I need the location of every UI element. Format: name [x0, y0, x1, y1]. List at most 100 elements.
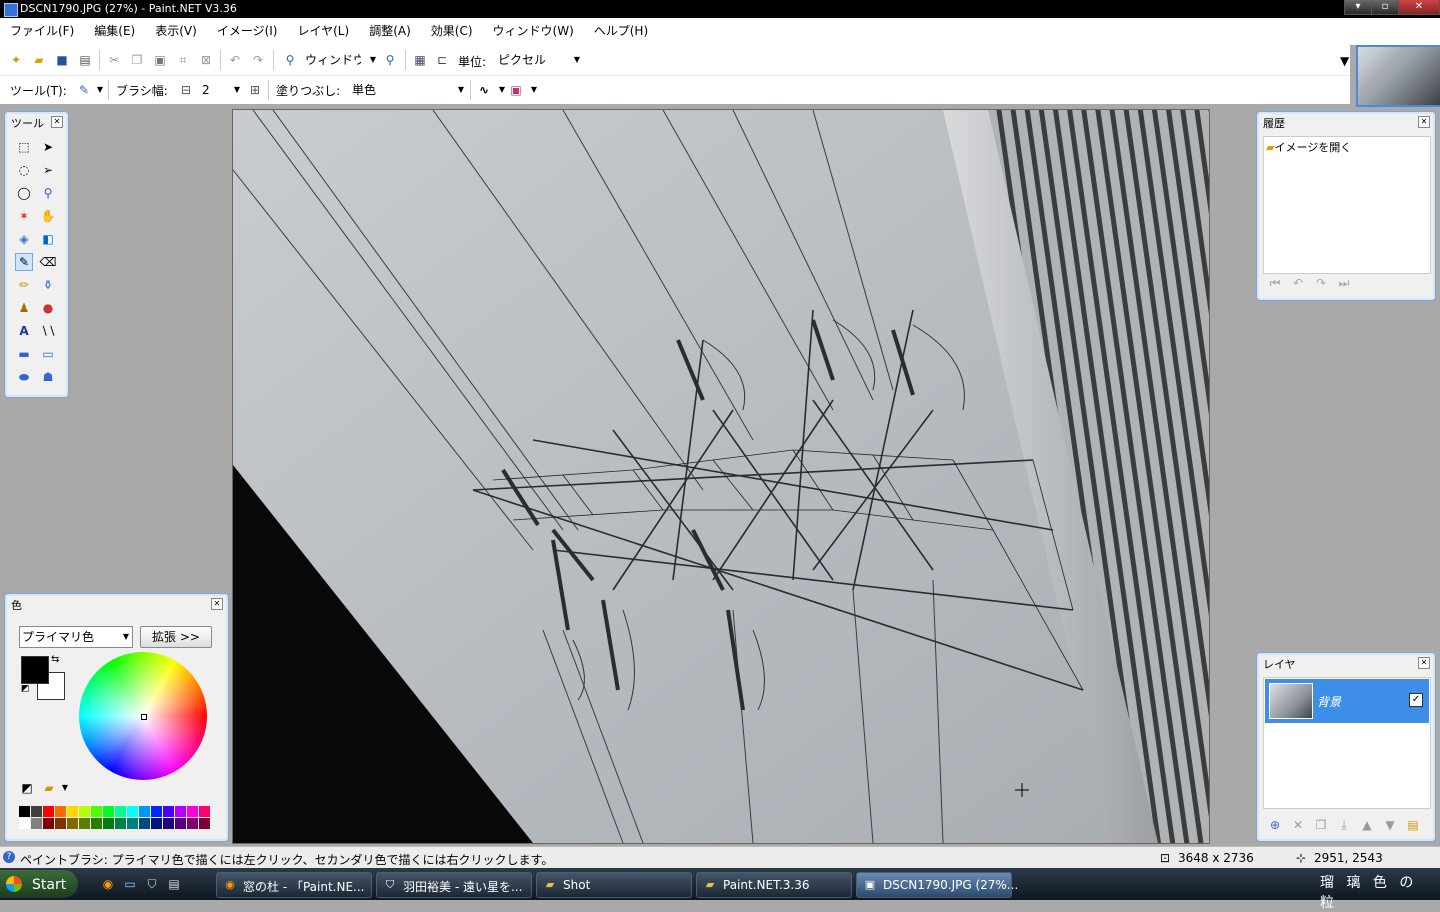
duplicate-layer-icon[interactable]: ❐	[1313, 817, 1329, 833]
palette-swatch[interactable]	[55, 818, 66, 829]
palette-swatch[interactable]	[187, 806, 198, 817]
minimize-button[interactable]: ▾	[1344, 0, 1372, 15]
palette-menu-icon[interactable]: ▰	[41, 780, 57, 796]
layer-row[interactable]: 背景 ✓	[1265, 679, 1429, 723]
undo-icon[interactable]: ↶	[1290, 275, 1306, 291]
rewind-icon[interactable]: ⏮	[1267, 275, 1283, 291]
start-button[interactable]: Start	[0, 870, 78, 898]
color-wheel-marker[interactable]	[141, 714, 147, 720]
expand-button[interactable]: 拡張 >>	[140, 626, 212, 648]
move-selected-icon[interactable]: ➢	[39, 161, 57, 179]
move-selection-icon[interactable]: ➤	[39, 138, 57, 156]
layer-properties-icon[interactable]: ▤	[1405, 817, 1421, 833]
menu-image[interactable]: イメージ(I)	[207, 18, 288, 45]
palette-swatch[interactable]	[163, 818, 174, 829]
move-layer-up-icon[interactable]: ▲	[1359, 817, 1375, 833]
chevron-down-icon[interactable]: ▼	[92, 82, 108, 98]
brush-width-combo[interactable]: 2 ▼	[198, 79, 244, 101]
paint-bucket-icon[interactable]: ◈	[15, 230, 33, 248]
palette-swatch[interactable]	[55, 806, 66, 817]
task-button[interactable]: ▰ Shot	[536, 872, 692, 898]
chevron-down-icon[interactable]: ▼	[526, 82, 542, 98]
ellipse-tool-icon[interactable]: ⬬	[15, 368, 33, 386]
document-icon[interactable]: ▤	[166, 876, 182, 892]
close-icon[interactable]: ✕	[211, 598, 223, 610]
recolor-tool-icon[interactable]: ●	[39, 299, 57, 317]
merge-layer-icon[interactable]: ⤓	[1336, 817, 1352, 833]
cut-icon[interactable]: ✂	[106, 52, 122, 68]
palette-swatch[interactable]	[175, 806, 186, 817]
delete-layer-icon[interactable]: ✕	[1290, 817, 1306, 833]
task-button[interactable]: ▰ Paint.NET.3.36	[696, 872, 852, 898]
menu-effects[interactable]: 効果(C)	[421, 18, 483, 45]
menu-adjustments[interactable]: 調整(A)	[359, 18, 421, 45]
pan-tool-icon[interactable]: ✋	[39, 207, 57, 225]
rectangle-select-icon[interactable]: ⬚	[15, 138, 33, 156]
image-canvas[interactable]	[232, 109, 1210, 844]
show-desktop-icon[interactable]: ▭	[122, 876, 138, 892]
new-file-icon[interactable]: ✦	[8, 52, 24, 68]
fast-forward-icon[interactable]: ⏭	[1336, 275, 1352, 291]
redo-icon[interactable]: ↷	[1313, 275, 1329, 291]
save-icon[interactable]: ■	[54, 52, 70, 68]
color-wheel[interactable]	[79, 652, 207, 780]
rectangle-tool-icon[interactable]: ▬	[15, 345, 33, 363]
close-icon[interactable]: ✕	[1418, 116, 1430, 128]
antialiasing-icon[interactable]: ∿	[476, 82, 492, 98]
shield-icon[interactable]: ⛉	[144, 876, 160, 892]
palette-swatch[interactable]	[151, 806, 162, 817]
add-layer-icon[interactable]: ⊕	[1267, 817, 1283, 833]
palette-swatch[interactable]	[199, 818, 210, 829]
grid-icon[interactable]: ▦	[412, 52, 428, 68]
blend-mode-icon[interactable]: ▣	[508, 82, 524, 98]
palette-swatch[interactable]	[19, 806, 30, 817]
lasso-select-icon[interactable]: ◌	[15, 161, 33, 179]
reset-colors-icon[interactable]: ◩	[21, 684, 30, 694]
close-icon[interactable]: ✕	[51, 116, 63, 128]
zoom-out-icon[interactable]: ⚲	[282, 52, 298, 68]
firefox-icon[interactable]: ◉	[100, 876, 116, 892]
gradient-tool-icon[interactable]: ◧	[39, 230, 57, 248]
palette-swatch[interactable]	[187, 818, 198, 829]
close-button[interactable]: ✕	[1398, 0, 1440, 15]
unit-combo[interactable]: ピクセル ▼	[494, 49, 584, 71]
palette-swatch[interactable]	[103, 806, 114, 817]
palette-swatch[interactable]	[91, 806, 102, 817]
menu-layers[interactable]: レイヤ(L)	[287, 18, 359, 45]
palette-swatch[interactable]	[199, 806, 210, 817]
palette-swatch[interactable]	[31, 806, 42, 817]
palette-swatch[interactable]	[67, 818, 78, 829]
ruler-icon[interactable]: ⊏	[434, 52, 450, 68]
palette-icon[interactable]: ◩	[19, 780, 35, 796]
zoom-combo[interactable]: ウィンドウ ▼	[304, 49, 380, 71]
freeform-shape-icon[interactable]: ☗	[39, 368, 57, 386]
magic-wand-icon[interactable]: ✶	[15, 207, 33, 225]
maximize-button[interactable]: ▫	[1371, 0, 1399, 15]
decrease-width-icon[interactable]: ⊟	[178, 82, 194, 98]
palette-swatch[interactable]	[163, 806, 174, 817]
zoom-tool-icon[interactable]: ⚲	[39, 184, 57, 202]
palette-swatch[interactable]	[139, 806, 150, 817]
menu-file[interactable]: ファイル(F)	[0, 18, 84, 45]
menu-view[interactable]: 表示(V)	[145, 18, 207, 45]
print-icon[interactable]: ▤	[77, 52, 93, 68]
undo-icon[interactable]: ↶	[227, 52, 243, 68]
color-palette[interactable]	[19, 806, 213, 830]
palette-swatch[interactable]	[115, 806, 126, 817]
menu-window[interactable]: ウィンドウ(W)	[483, 18, 584, 45]
clone-stamp-icon[interactable]: ♟	[15, 299, 33, 317]
line-curve-icon[interactable]: ∖∖	[39, 322, 57, 340]
palette-swatch[interactable]	[67, 806, 78, 817]
layer-visibility-checkbox[interactable]: ✓	[1409, 693, 1423, 707]
palette-swatch[interactable]	[103, 818, 114, 829]
swap-colors-icon[interactable]: ⇆	[51, 654, 59, 665]
history-item[interactable]: ▰イメージを開く	[1266, 139, 1351, 155]
move-layer-down-icon[interactable]: ▼	[1382, 817, 1398, 833]
open-folder-icon[interactable]: ▰	[31, 52, 47, 68]
zoom-in-icon[interactable]: ⚲	[382, 52, 398, 68]
image-thumbnail[interactable]	[1356, 45, 1440, 107]
palette-swatch[interactable]	[43, 806, 54, 817]
task-button[interactable]: ⛉ 羽田裕美 - 遠い星を...	[376, 872, 532, 898]
palette-swatch[interactable]	[91, 818, 102, 829]
color-picker-icon[interactable]: ⚱	[39, 276, 57, 294]
